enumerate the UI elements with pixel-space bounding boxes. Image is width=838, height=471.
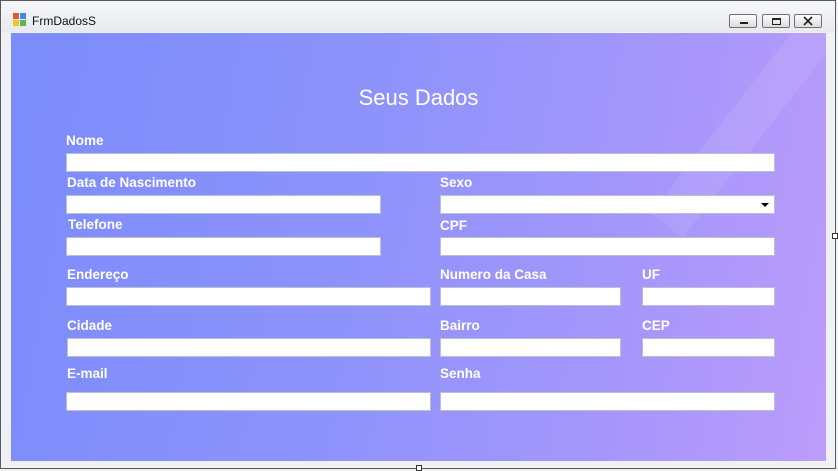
senha-input[interactable] (440, 392, 775, 411)
close-button[interactable] (794, 14, 822, 28)
email-input[interactable] (66, 392, 431, 411)
label-cep: CEP (642, 318, 670, 333)
label-cpf: CPF (440, 218, 467, 233)
label-data-nascimento: Data de Nascimento (67, 175, 197, 190)
bairro-input[interactable] (440, 338, 621, 357)
minimize-icon (730, 15, 756, 27)
title-bar[interactable]: FrmDadosS (2, 2, 834, 32)
app-icon (13, 13, 27, 27)
telefone-input[interactable] (66, 237, 381, 256)
maximize-button[interactable] (762, 14, 790, 28)
label-endereco: Endereço (67, 267, 129, 282)
label-uf: UF (642, 267, 660, 282)
label-telefone: Telefone (68, 217, 123, 232)
numero-casa-input[interactable] (440, 287, 621, 306)
label-email: E-mail (67, 366, 108, 381)
endereco-input[interactable] (66, 287, 431, 306)
label-numero-casa: Numero da Casa (440, 267, 547, 282)
label-sexo: Sexo (440, 175, 473, 190)
close-icon (795, 15, 821, 27)
cpf-input[interactable] (440, 237, 775, 256)
cidade-input[interactable] (67, 338, 431, 357)
data-nascimento-input[interactable] (66, 195, 381, 214)
resize-handle-right[interactable] (832, 233, 838, 239)
uf-input[interactable] (642, 287, 775, 306)
chevron-down-icon (761, 203, 769, 207)
label-cidade: Cidade (67, 318, 113, 333)
resize-handle-bottom[interactable] (416, 465, 422, 471)
form-panel: Seus Dados Nome Data de Nascimento Sexo … (11, 33, 826, 461)
form-title: Seus Dados (358, 85, 479, 110)
minimize-button[interactable] (729, 14, 757, 28)
nome-input[interactable] (66, 153, 775, 172)
cep-input[interactable] (642, 338, 775, 357)
label-nome: Nome (66, 133, 104, 148)
sexo-select[interactable] (440, 195, 775, 214)
app-window: FrmDadosS Seus Dados Nome Data de Nascim… (0, 0, 838, 471)
label-bairro: Bairro (440, 318, 480, 333)
restore-icon (763, 15, 789, 27)
label-senha: Senha (440, 366, 481, 381)
window-title: FrmDadosS (32, 14, 97, 28)
